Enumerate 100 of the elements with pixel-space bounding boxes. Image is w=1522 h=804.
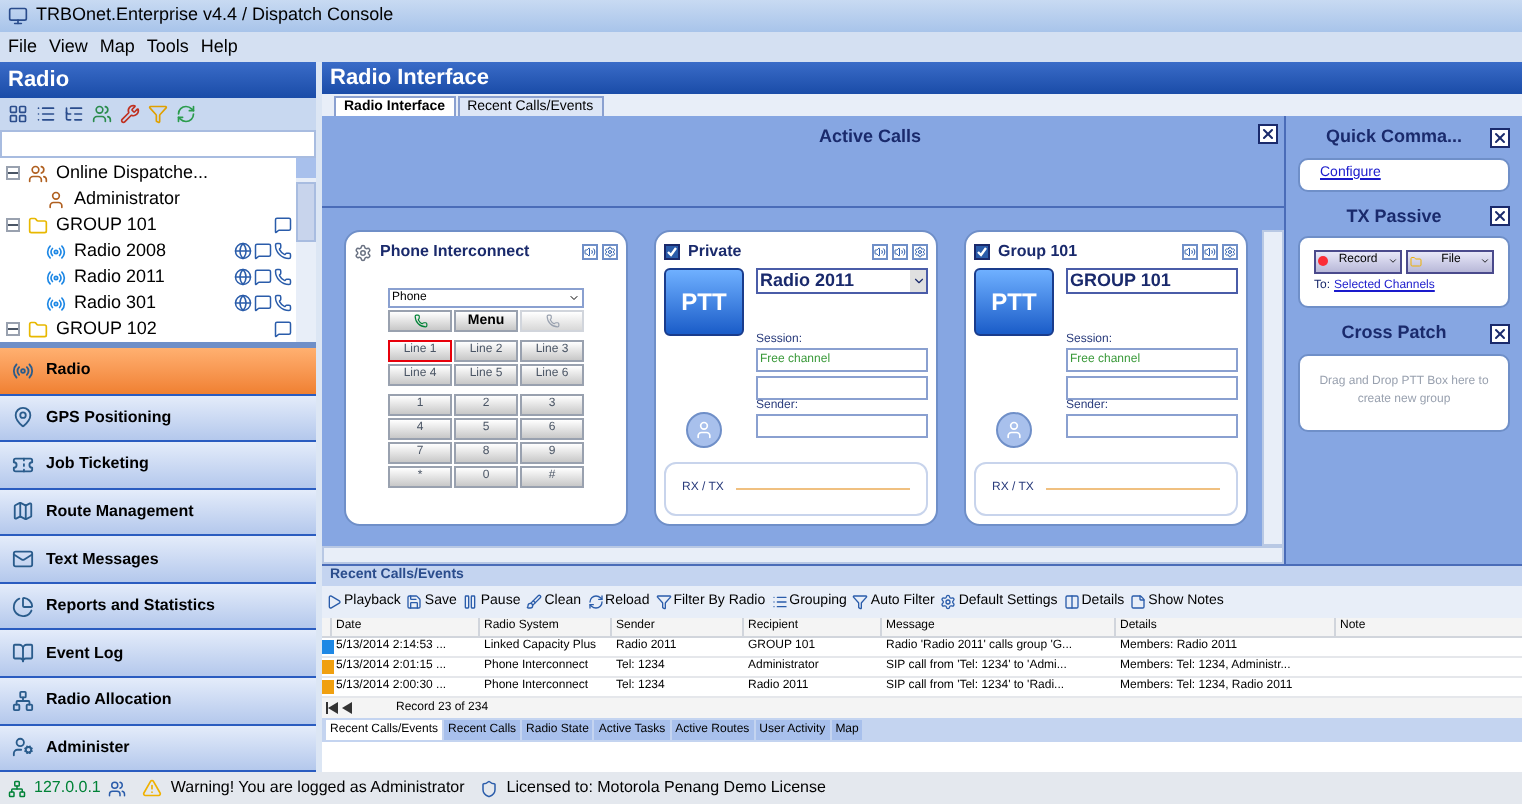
avatar-icon	[996, 412, 1032, 449]
phone-icon[interactable]	[274, 268, 292, 286]
message-icon[interactable]	[274, 216, 292, 234]
menu-item[interactable]: Help	[200, 33, 238, 61]
radio-icon	[46, 293, 66, 313]
nav-button[interactable]: Reports and Statistics	[0, 583, 316, 631]
message-icon[interactable]	[274, 320, 292, 338]
nav-icon	[12, 406, 34, 429]
phone-icon	[413, 314, 427, 329]
checkbox[interactable]	[974, 244, 990, 261]
speaker-icon[interactable]	[1182, 244, 1198, 261]
menu-item[interactable]: File	[8, 33, 38, 61]
radio-icon	[46, 241, 66, 261]
close-icon[interactable]	[1490, 323, 1510, 344]
nav-button[interactable]: GPS Positioning	[0, 395, 316, 443]
search-field[interactable]	[0, 130, 316, 158]
caret-icon[interactable]	[568, 292, 580, 305]
folder-icon	[1410, 255, 1422, 267]
wrench-icon[interactable]	[120, 104, 140, 124]
settings-icon[interactable]	[1222, 244, 1238, 261]
nav-icon	[12, 689, 34, 712]
checkbox[interactable]	[664, 244, 680, 261]
list-icon[interactable]	[36, 104, 56, 124]
first-page-icon[interactable]	[326, 702, 338, 714]
user-icon	[46, 189, 66, 209]
speaker-icon[interactable]	[582, 244, 598, 261]
speaker-icon[interactable]	[892, 244, 908, 261]
target-field[interactable]: GROUP 101	[1066, 268, 1238, 295]
nav-icon	[12, 500, 34, 523]
card-title: Phone Interconnect	[380, 240, 530, 265]
tree-item[interactable]: Radio 301	[74, 289, 157, 317]
tree-item[interactable]: Online Dispatche...	[56, 159, 209, 187]
radio-icon	[46, 267, 66, 287]
collapse-icon[interactable]	[6, 218, 20, 232]
collapse-icon[interactable]	[6, 322, 20, 336]
nav-button[interactable]: Radio	[0, 348, 316, 396]
globe-icon[interactable]	[234, 242, 252, 260]
phone-icon[interactable]	[274, 242, 292, 260]
app-icon	[8, 6, 28, 26]
phone-icon[interactable]	[274, 294, 292, 312]
ip-address: 127.0.0.1	[34, 776, 101, 800]
close-icon[interactable]	[1258, 124, 1278, 144]
globe-icon[interactable]	[234, 268, 252, 286]
previous-page-icon[interactable]	[342, 702, 352, 714]
settings-icon[interactable]	[912, 244, 928, 261]
call-button[interactable]	[388, 310, 452, 333]
users-icon[interactable]	[92, 104, 112, 124]
globe-icon[interactable]	[234, 294, 252, 312]
toolbar-icon	[1130, 594, 1147, 610]
toolbar-icon	[940, 594, 957, 610]
warning-text: Warning! You are logged as Administrator	[170, 776, 465, 800]
message-icon[interactable]	[254, 294, 272, 312]
section-title: Active Calls	[816, 124, 924, 150]
caret-icon[interactable]	[911, 274, 925, 289]
toolbar-icon	[587, 594, 604, 610]
nav-button[interactable]: Text Messages	[0, 536, 316, 584]
message-icon[interactable]	[254, 242, 272, 260]
toolbar-icon	[852, 594, 869, 610]
grid-icon[interactable]	[8, 104, 28, 124]
speaker-icon[interactable]	[1202, 244, 1218, 261]
caret-icon[interactable]	[1388, 256, 1398, 266]
group-icon	[28, 215, 48, 235]
tree-item[interactable]: GROUP 102	[56, 315, 157, 343]
close-icon[interactable]	[1490, 127, 1510, 148]
tree-item[interactable]: GROUP 101	[56, 211, 157, 239]
nav-icon	[12, 359, 34, 382]
message-icon[interactable]	[254, 268, 272, 286]
target-dropdown[interactable]: Radio 2011	[756, 268, 928, 295]
toolbar-icon	[771, 594, 788, 610]
tree-item[interactable]: Administrator	[74, 185, 181, 213]
nav-button[interactable]: Event Log	[0, 630, 316, 678]
tree-icon[interactable]	[64, 104, 84, 124]
nav-button[interactable]: Route Management	[0, 489, 316, 537]
nav-button[interactable]: Administer	[0, 725, 316, 773]
close-icon[interactable]	[1490, 206, 1510, 227]
nav-button[interactable]: Job Ticketing	[0, 442, 316, 490]
dispatchers-icon	[28, 163, 48, 183]
settings-icon[interactable]	[602, 244, 618, 261]
menu-item[interactable]: Map	[99, 33, 135, 61]
network-icon	[8, 779, 26, 797]
nav-icon	[12, 642, 34, 665]
menu-item[interactable]: View	[49, 33, 88, 61]
warning-icon	[142, 778, 163, 798]
scrollbar[interactable]	[296, 158, 316, 342]
nav-icon	[12, 595, 34, 618]
group-icon	[28, 319, 48, 339]
menu-item[interactable]: Tools	[146, 33, 189, 61]
nav-button[interactable]: Radio Allocation	[0, 677, 316, 725]
users-icon	[108, 779, 127, 797]
speaker-icon[interactable]	[872, 244, 888, 261]
caret-icon[interactable]	[1480, 256, 1490, 266]
section-title: Quick Comma...	[1323, 124, 1465, 150]
toolbar-icon	[462, 594, 479, 610]
gear-icon	[354, 243, 372, 262]
scrollbar[interactable]	[322, 546, 1284, 564]
scrollbar[interactable]	[1262, 230, 1284, 547]
window-title: TRBOnet.Enterprise v4.4 / Dispatch Console	[36, 2, 394, 29]
collapse-icon[interactable]	[6, 166, 20, 180]
tree-item[interactable]: Radio 2011	[74, 263, 165, 291]
tree-item[interactable]: Radio 2008	[74, 237, 167, 265]
